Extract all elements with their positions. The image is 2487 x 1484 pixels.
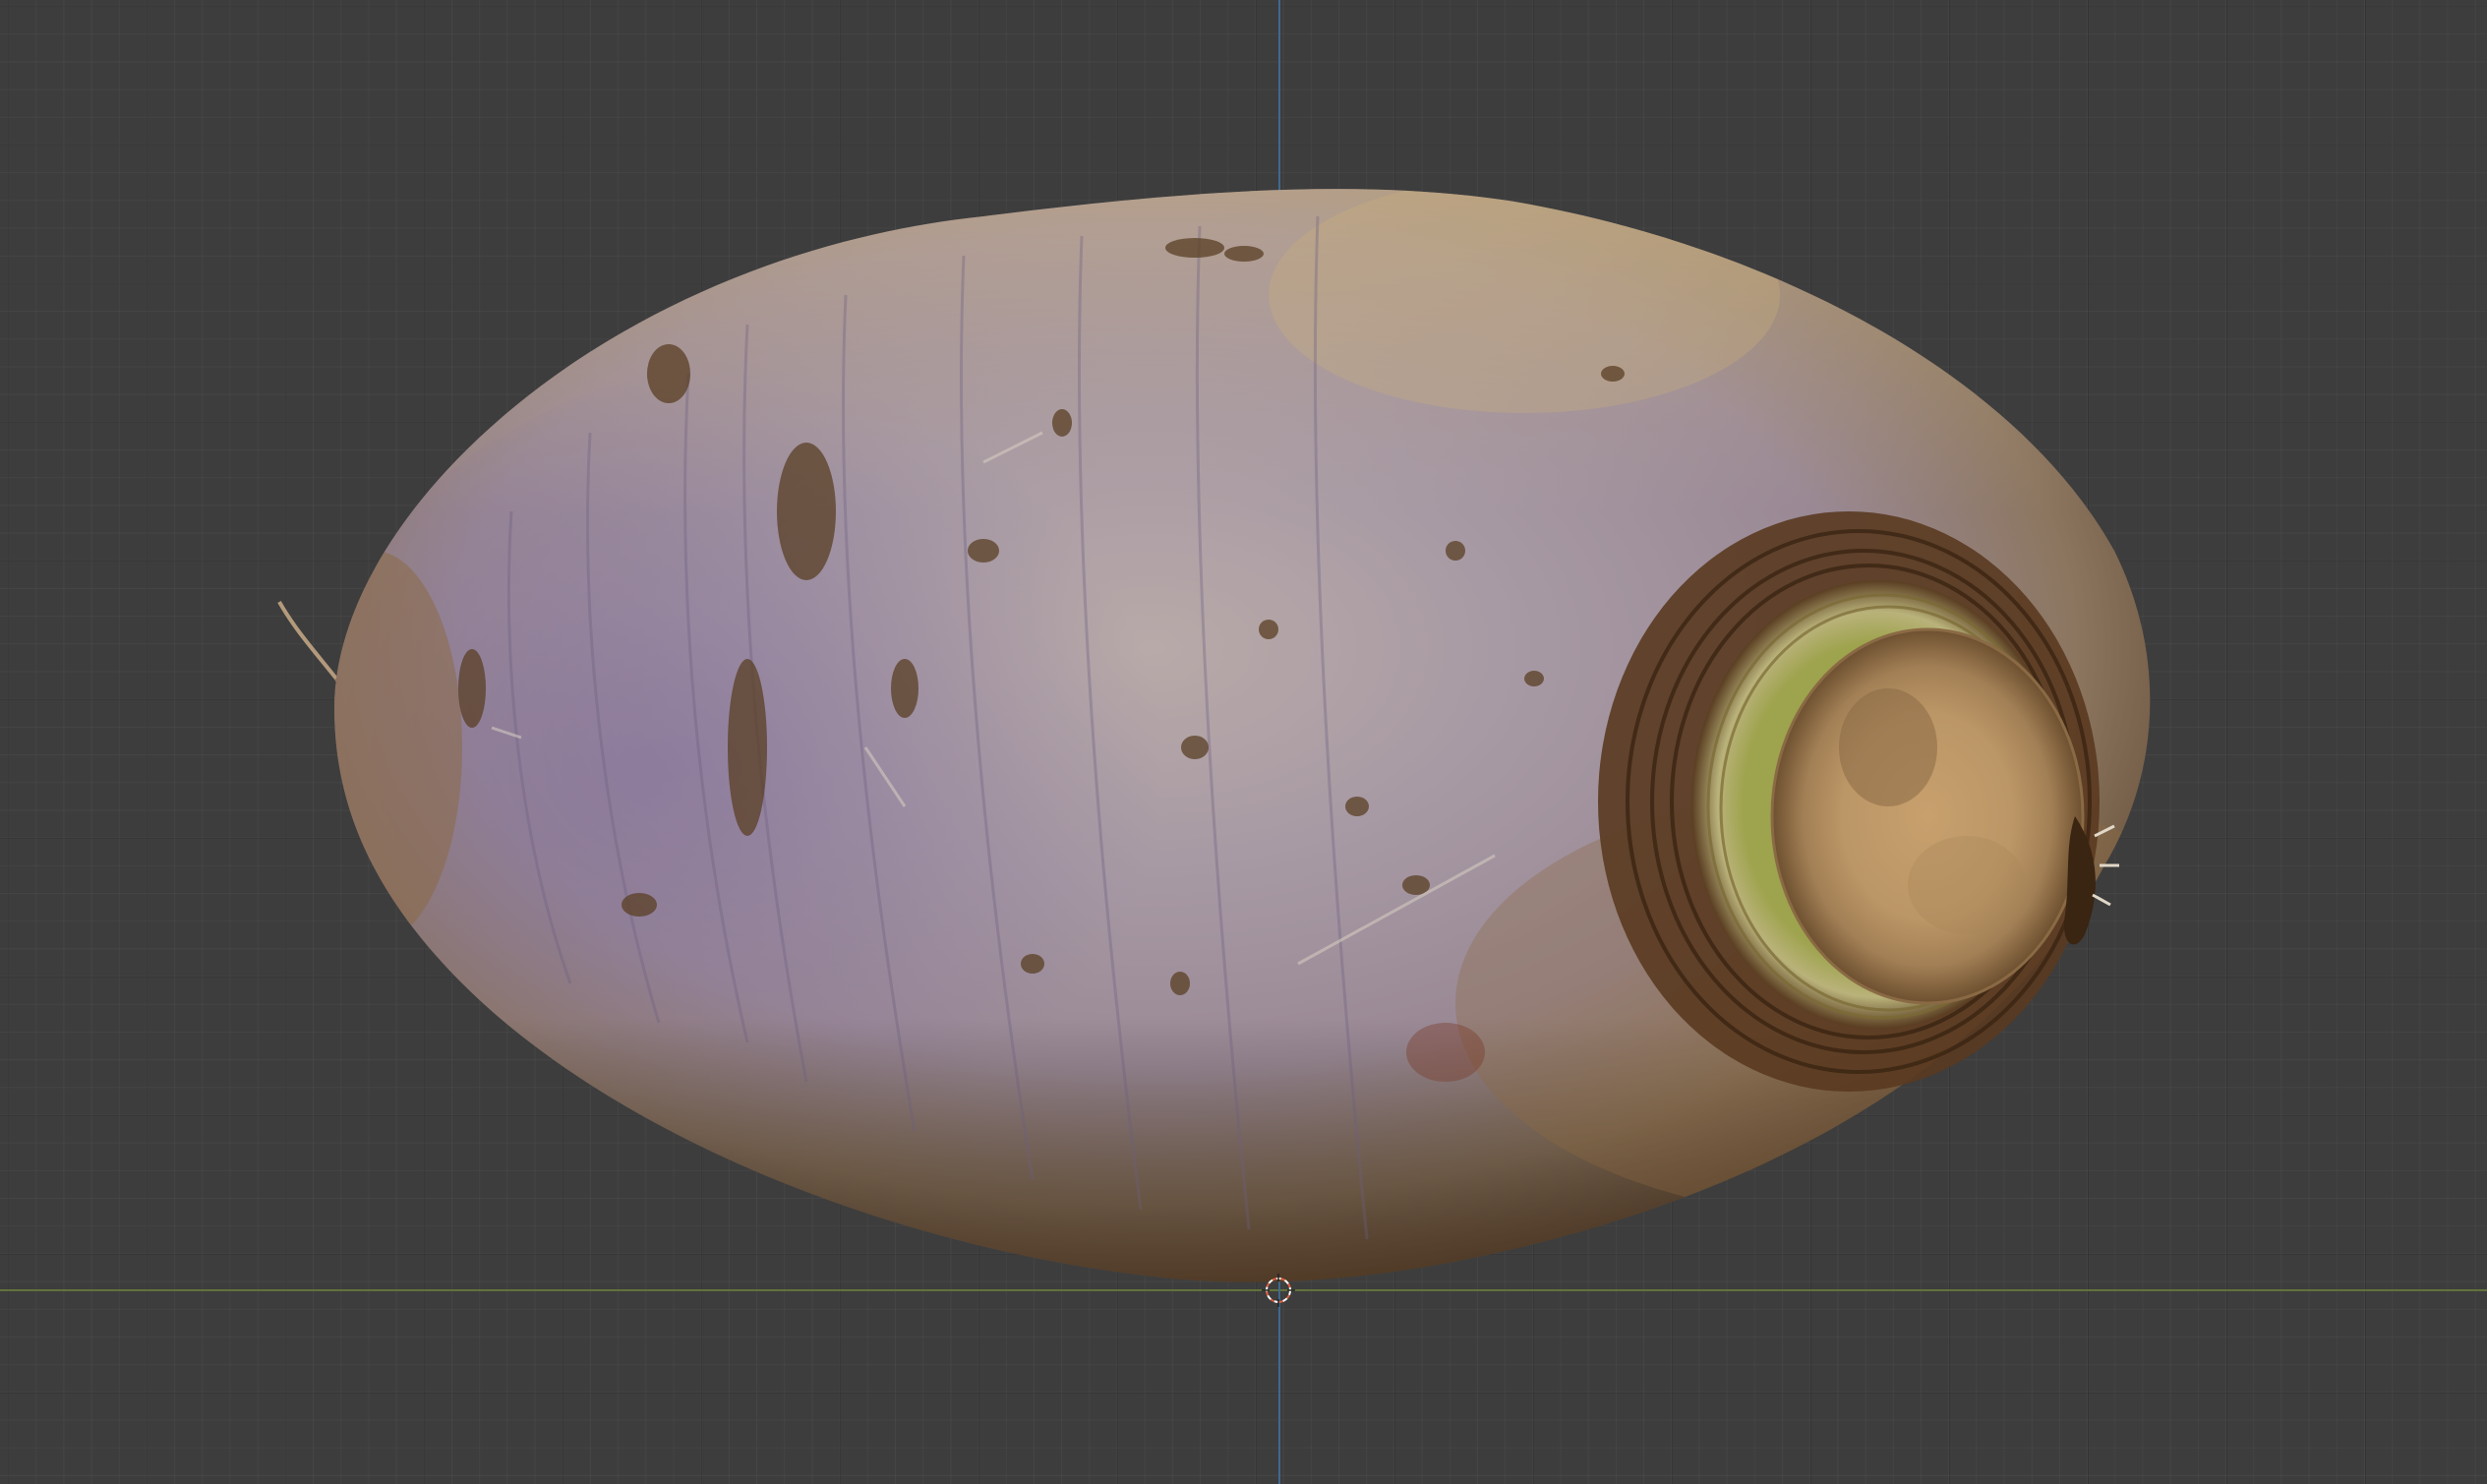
3d-cursor-icon[interactable] [1261, 1273, 1296, 1308]
3d-viewport[interactable] [0, 0, 2487, 1484]
rootlet [277, 601, 338, 681]
scene-render [277, 189, 2151, 1282]
